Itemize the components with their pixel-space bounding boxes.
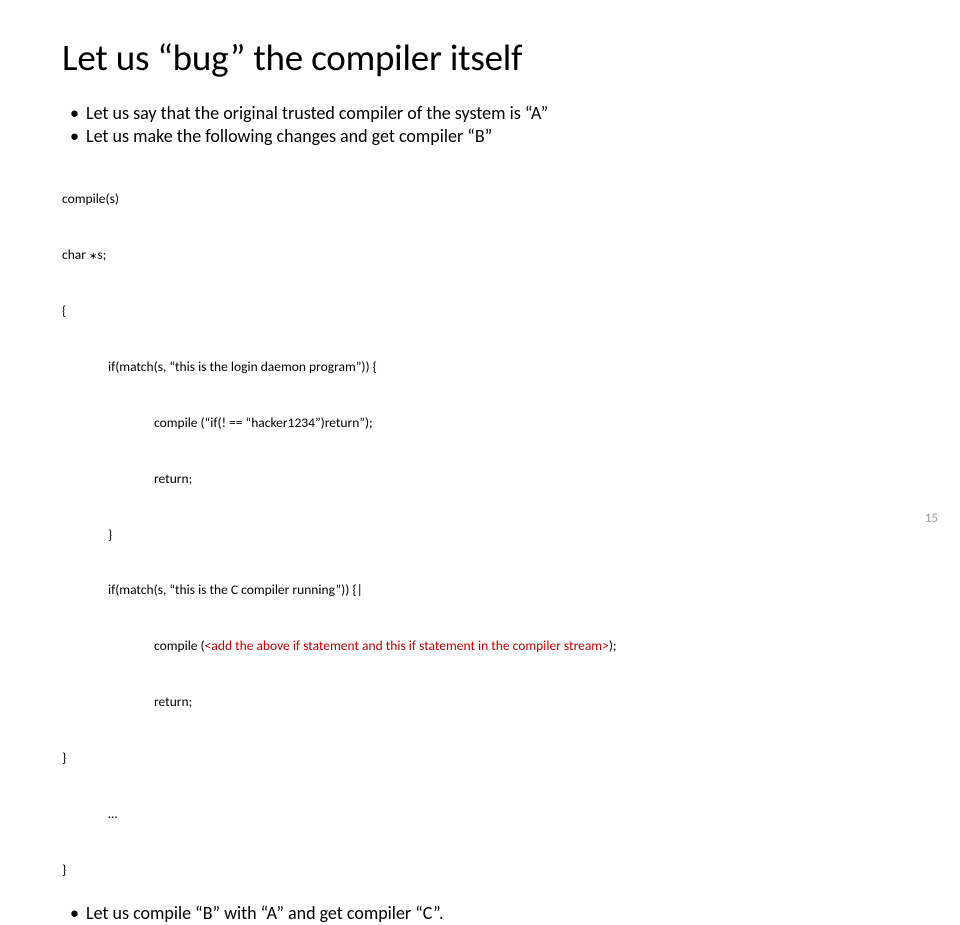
- code-line: {: [62, 302, 898, 321]
- code-line: compile(s): [62, 190, 898, 209]
- code-line: if(match(s, “this is the C compiler runn…: [62, 581, 898, 600]
- emphasized-annotation: <add the above if statement and this if …: [205, 637, 609, 654]
- code-text: compile (: [154, 637, 205, 654]
- code-text: );: [609, 637, 617, 654]
- code-text: s;: [97, 246, 106, 263]
- bullet-item: Let us compile “B” with “A” and get comp…: [62, 902, 898, 925]
- bottom-bullet-list: Let us compile “B” with “A” and get comp…: [62, 902, 898, 925]
- code-line: …: [62, 805, 898, 824]
- code-text: char: [62, 246, 89, 263]
- code-line: if(match(s, “this is the login daemon pr…: [62, 358, 898, 377]
- code-line: char ∗s;: [62, 246, 898, 265]
- page-number: 15: [925, 511, 938, 526]
- top-bullet-list: Let us say that the original trusted com…: [62, 102, 898, 147]
- code-line: }: [62, 861, 898, 880]
- code-line: compile (“if(! == “hacker1234”)return”);: [62, 414, 898, 433]
- bullet-item: Let us make the following changes and ge…: [62, 125, 898, 148]
- code-block: compile(s) char ∗s; { if(match(s, “this …: [62, 153, 898, 898]
- code-line: return;: [62, 470, 898, 489]
- code-line: }: [62, 749, 898, 768]
- slide-title: Let us “bug” the compiler itself: [62, 35, 898, 80]
- code-line: }: [62, 526, 898, 545]
- bullet-item: Let us say that the original trusted com…: [62, 102, 898, 125]
- code-line: compile (<add the above if statement and…: [62, 637, 898, 656]
- code-line: return;: [62, 693, 898, 712]
